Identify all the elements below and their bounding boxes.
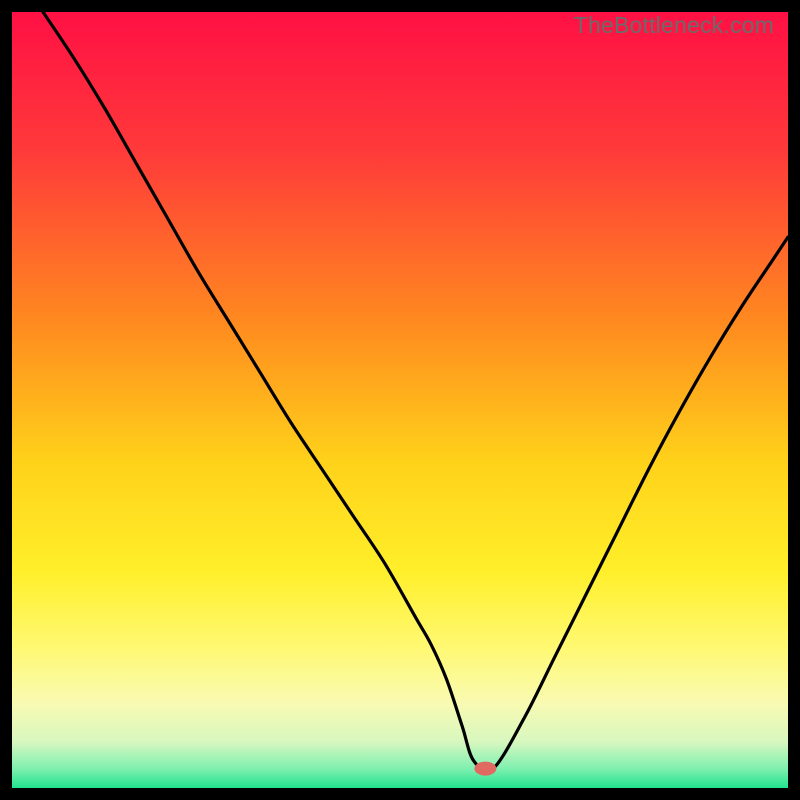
gradient-background xyxy=(12,12,788,788)
watermark-text: TheBottleneck.com xyxy=(574,12,774,39)
chart-frame: TheBottleneck.com xyxy=(12,12,788,788)
optimal-marker xyxy=(474,762,496,776)
bottleneck-chart xyxy=(12,12,788,788)
